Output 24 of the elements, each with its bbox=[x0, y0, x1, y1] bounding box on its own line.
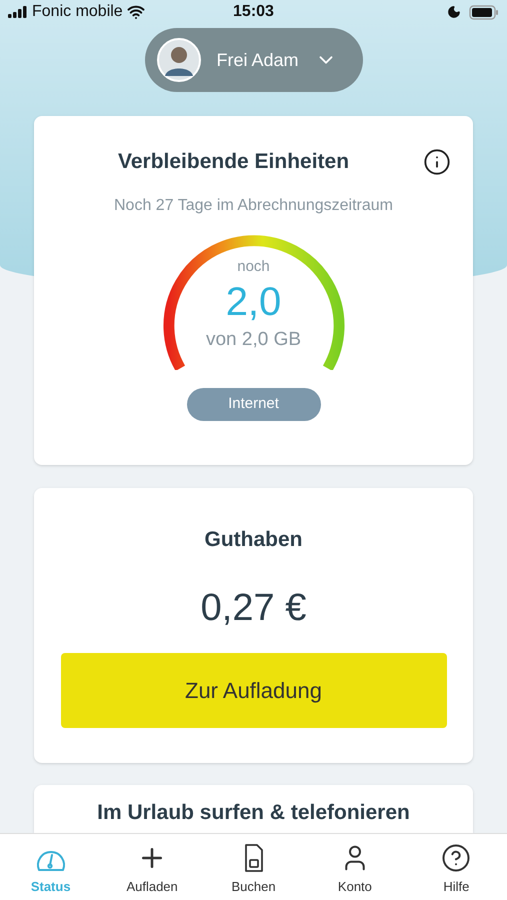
wifi-icon bbox=[126, 3, 145, 21]
signal-icon bbox=[8, 6, 28, 18]
profile-switcher[interactable]: Frei Adam bbox=[144, 28, 362, 92]
carrier-name: Fonic mobile bbox=[32, 2, 123, 22]
balance-amount: 0,27 € bbox=[200, 586, 306, 630]
clock-time: 15:03 bbox=[233, 2, 274, 22]
tab[interactable]: Konto bbox=[304, 834, 406, 900]
moon-icon bbox=[446, 5, 461, 19]
remaining-value: 2,0 bbox=[226, 279, 282, 326]
card-title: Verbleibende Einheiten bbox=[118, 149, 350, 175]
info-icon[interactable] bbox=[423, 148, 451, 176]
gauge-caption: noch bbox=[237, 256, 270, 276]
help-icon bbox=[441, 842, 472, 872]
avatar bbox=[156, 38, 200, 82]
tab[interactable]: Buchen bbox=[202, 834, 304, 900]
card-title: Im Urlaub surfen & telefonieren bbox=[97, 800, 410, 826]
tab[interactable]: Hilfe bbox=[406, 834, 507, 900]
tab[interactable]: Aufladen bbox=[101, 834, 203, 900]
battery-icon bbox=[468, 4, 499, 20]
billing-period-text: Noch 27 Tage im Abrechnungszeitraum bbox=[114, 196, 393, 216]
sim-card-icon bbox=[242, 842, 265, 872]
total-volume: von 2,0 GB bbox=[206, 328, 302, 352]
top-up-button[interactable]: Zur Aufladung bbox=[60, 652, 446, 728]
card-title: Guthaben bbox=[204, 527, 302, 553]
